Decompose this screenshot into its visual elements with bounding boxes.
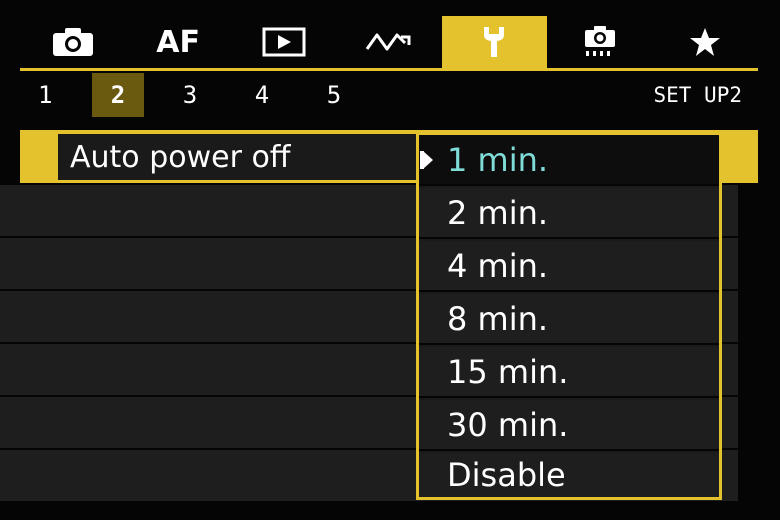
camera-icon <box>52 27 94 57</box>
page-selector: 1 2 3 4 5 SET UP2 <box>20 72 758 118</box>
option-label: 1 min. <box>447 140 549 179</box>
tab-custom-functions[interactable] <box>547 16 652 68</box>
option-label: 2 min. <box>447 193 549 232</box>
tab-setup[interactable] <box>441 16 548 68</box>
custom-camera-icon <box>582 25 618 59</box>
tab-my-menu[interactable] <box>653 16 758 68</box>
option-label: 15 min. <box>447 352 569 391</box>
playback-icon <box>262 27 306 57</box>
tab-af-label: AF <box>156 24 200 60</box>
option-15-min[interactable]: 15 min. <box>419 347 719 398</box>
tab-playback[interactable] <box>231 16 336 68</box>
page-5[interactable]: 5 <box>308 73 360 117</box>
star-icon <box>689 27 721 57</box>
option-label: 4 min. <box>447 246 549 285</box>
custom-wave-icon <box>365 29 413 55</box>
option-30-min[interactable]: 30 min. <box>419 400 719 451</box>
menu-identifier: SET UP2 <box>653 83 742 107</box>
wrench-icon <box>480 25 508 59</box>
tab-af[interactable]: AF <box>125 16 230 68</box>
option-4-min[interactable]: 4 min. <box>419 241 719 292</box>
tab-underline <box>20 68 758 71</box>
page-4[interactable]: 4 <box>236 73 288 117</box>
option-1-min[interactable]: 1 min. <box>419 135 719 186</box>
setting-label: Auto power off <box>70 140 291 175</box>
option-disable[interactable]: Disable <box>419 453 719 497</box>
option-label: 30 min. <box>447 405 569 444</box>
tab-custom-wave[interactable] <box>336 16 441 68</box>
option-label: 8 min. <box>447 299 549 338</box>
page-1[interactable]: 1 <box>20 73 72 117</box>
page-2[interactable]: 2 <box>92 73 144 117</box>
auto-power-off-options: 1 min. 2 min. 4 min. 8 min. 15 min. 30 m… <box>416 132 722 500</box>
tab-shooting[interactable] <box>20 16 125 68</box>
option-2-min[interactable]: 2 min. <box>419 188 719 239</box>
page-3[interactable]: 3 <box>164 73 216 117</box>
option-label: Disable <box>447 456 566 494</box>
option-8-min[interactable]: 8 min. <box>419 294 719 345</box>
selection-cursor-icon <box>423 150 433 169</box>
menu-tab-bar: AF <box>20 16 758 68</box>
